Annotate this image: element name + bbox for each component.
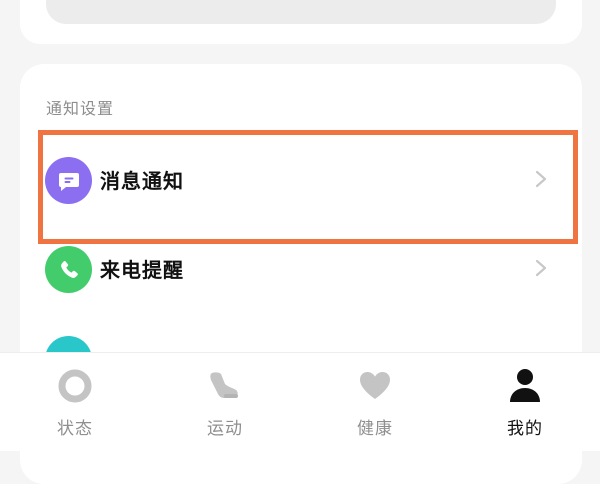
highlight-box: [38, 130, 578, 244]
top-card-field[interactable]: [46, 0, 556, 24]
tab-label: 健康: [357, 419, 393, 439]
tab-label: 状态: [57, 419, 93, 439]
tab-label: 我的: [507, 419, 543, 439]
phone-icon: [45, 246, 92, 293]
section-title: 通知设置: [46, 99, 115, 118]
tab-label: 运动: [207, 419, 243, 439]
person-icon: [506, 367, 544, 405]
chevron-right-icon: [535, 259, 547, 277]
top-card: [20, 0, 582, 44]
row-label: 来电提醒: [100, 258, 184, 282]
tab-mine[interactable]: 我的: [450, 353, 600, 451]
heart-icon: [356, 367, 394, 405]
shoe-icon: [206, 367, 244, 405]
status-ring-icon: [56, 367, 94, 405]
tab-sport[interactable]: 运动: [150, 353, 300, 451]
tab-health[interactable]: 健康: [300, 353, 450, 451]
tab-status[interactable]: 状态: [0, 353, 150, 451]
bottom-tab-bar: 状态 运动 健康 我的: [0, 352, 600, 451]
